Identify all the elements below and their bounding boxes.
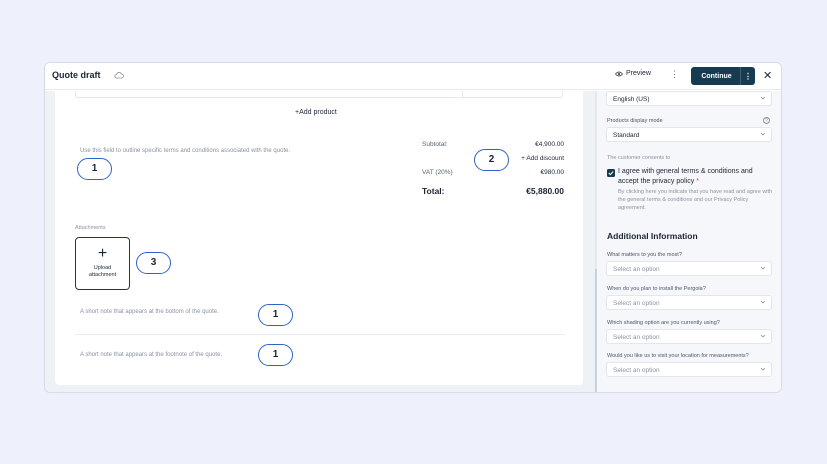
attachments-label: Attachments — [75, 225, 106, 231]
preview-label: Preview — [626, 70, 651, 77]
preview-button[interactable]: Preview — [615, 70, 651, 77]
total-label: Total: — [422, 186, 445, 196]
language-select[interactable]: English (US) — [606, 91, 772, 106]
eye-icon — [615, 71, 623, 76]
close-icon[interactable]: ✕ — [763, 69, 772, 82]
question-label: When do you plan to install the Pergola? — [607, 286, 706, 292]
callout-badge-discount: 2 — [474, 149, 509, 171]
note-divider — [75, 334, 565, 335]
info-icon[interactable]: ? — [763, 117, 770, 124]
add-product-button[interactable]: +Add product — [295, 109, 337, 116]
table-divider — [462, 91, 463, 98]
vat-value: €980.00 — [540, 169, 565, 176]
continue-button[interactable]: Continue ⋮ — [691, 67, 755, 85]
chevron-down-icon — [760, 266, 766, 270]
add-discount-button[interactable]: + Add discount — [521, 155, 564, 162]
continue-more-icon[interactable]: ⋮ — [741, 72, 755, 81]
subtotal-value: €4,900.00 — [535, 141, 564, 148]
question-label: What matters to you the most? — [607, 252, 682, 258]
select-placeholder: Select an option — [613, 334, 660, 341]
scrollbar[interactable] — [595, 269, 597, 392]
quote-settings-sidebar: English (US) Products display mode ? Sta… — [595, 91, 781, 392]
terms-input[interactable]: Use this field to outline specific terms… — [80, 148, 290, 154]
consent-help-text: By clicking here you indicate that you h… — [618, 189, 773, 211]
chevron-down-icon — [760, 300, 766, 304]
cloud-icon — [114, 72, 124, 79]
continue-label: Continue — [701, 72, 732, 80]
page-title: Quote draft — [52, 70, 101, 80]
chevron-down-icon — [760, 96, 766, 100]
consent-checkbox[interactable] — [607, 169, 615, 177]
question-select[interactable]: Select an option — [606, 261, 772, 276]
callout-badge-terms: 1 — [77, 158, 112, 180]
callout-badge-bottom-note: 1 — [258, 304, 293, 326]
footnote-input[interactable]: A short note that appears at the footnot… — [80, 352, 222, 358]
products-table-bottom — [75, 91, 563, 98]
vat-label: VAT (20%) — [422, 169, 453, 176]
callout-badge-footnote: 1 — [258, 344, 293, 366]
question-select[interactable]: Select an option — [606, 295, 772, 310]
question-select[interactable]: Select an option — [606, 329, 772, 344]
question-label: Which shading option are you currently u… — [607, 320, 720, 326]
upload-attachment-button[interactable]: + Upload attachment — [75, 237, 130, 290]
additional-info-title: Additional Information — [607, 231, 698, 241]
language-value: English (US) — [613, 96, 650, 103]
check-icon — [608, 171, 614, 176]
consent-text-content: I agree with general terms & conditions … — [618, 168, 753, 185]
bottom-note-input[interactable]: A short note that appears at the bottom … — [80, 309, 219, 315]
quote-content-area: +Add product Use this field to outline s… — [45, 91, 595, 392]
question-label: Would you like us to visit your location… — [607, 353, 749, 359]
quote-card: +Add product Use this field to outline s… — [55, 91, 583, 385]
subtotal-label: Subtotal: — [422, 141, 448, 148]
select-placeholder: Select an option — [613, 367, 660, 374]
quote-editor-window: Quote draft Preview ⋮ Continue ⋮ ✕ +Add … — [44, 62, 782, 393]
select-placeholder: Select an option — [613, 300, 660, 307]
select-placeholder: Select an option — [613, 266, 660, 273]
scroll-track — [595, 91, 597, 269]
consent-section-label: The customer consents to — [607, 155, 671, 161]
chevron-down-icon — [760, 334, 766, 338]
callout-badge-upload: 3 — [136, 252, 171, 274]
display-mode-value: Standard — [613, 132, 640, 139]
upload-label: Upload attachment — [88, 265, 117, 278]
total-value: €5,880.00 — [526, 186, 564, 196]
display-mode-label: Products display mode — [607, 118, 663, 124]
required-mark: * — [696, 178, 699, 185]
display-mode-select[interactable]: Standard — [606, 127, 772, 142]
question-select[interactable]: Select an option — [606, 362, 772, 377]
chevron-down-icon — [760, 367, 766, 371]
more-icon[interactable]: ⋮ — [670, 69, 679, 80]
chevron-down-icon — [760, 132, 766, 136]
plus-icon: + — [97, 245, 108, 262]
consent-text: I agree with general terms & conditions … — [618, 167, 768, 187]
top-bar: Quote draft Preview ⋮ Continue ⋮ ✕ — [45, 63, 781, 90]
